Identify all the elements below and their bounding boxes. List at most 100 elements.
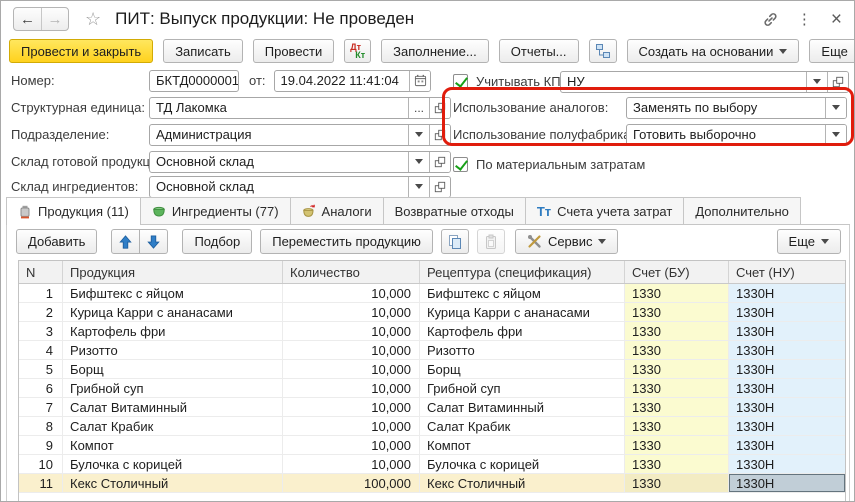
table-cell[interactable]: 1330Н — [729, 341, 845, 359]
table-cell[interactable]: 1330Н — [729, 284, 845, 302]
table-cell[interactable]: 1330Н — [729, 379, 845, 397]
table-cell[interactable]: 1330Н — [729, 398, 845, 416]
analogs-usage-field[interactable]: Заменять по выбору — [626, 97, 847, 119]
table-cell[interactable]: Салат Витаминный — [420, 398, 625, 416]
structural-unit-field[interactable]: ТД Лакомка ... — [149, 97, 451, 119]
table-cell[interactable]: 1330 — [625, 322, 729, 340]
table-cell[interactable]: 1 — [19, 284, 63, 302]
table-row[interactable]: 10Булочка с корицей10,000Булочка с кориц… — [19, 455, 845, 474]
post-and-close-button[interactable]: Провести и закрыть — [9, 39, 153, 63]
open-icon[interactable] — [429, 177, 450, 197]
column-header-account-bu[interactable]: Счет (БУ) — [625, 261, 729, 283]
tab-additional[interactable]: Дополнительно — [684, 197, 801, 224]
material-costs-checkbox[interactable] — [453, 157, 468, 172]
table-cell[interactable]: 10,000 — [283, 436, 420, 454]
table-cell[interactable]: 10,000 — [283, 360, 420, 378]
open-icon[interactable] — [827, 72, 848, 92]
tab-products[interactable]: Продукция (11) — [6, 197, 141, 225]
reports-button[interactable]: Отчеты... — [499, 39, 579, 63]
table-cell[interactable]: 10,000 — [283, 417, 420, 435]
save-button[interactable]: Записать — [163, 39, 243, 63]
table-cell[interactable]: Картофель фри — [63, 322, 283, 340]
table-cell[interactable]: Салат Крабик — [63, 417, 283, 435]
table-cell[interactable]: 10,000 — [283, 284, 420, 302]
table-cell[interactable]: Ризотто — [420, 341, 625, 359]
table-cell[interactable]: 1330 — [625, 398, 729, 416]
table-cell[interactable]: 3 — [19, 322, 63, 340]
move-products-button[interactable]: Переместить продукцию — [260, 229, 433, 254]
ellipsis-button[interactable]: ... — [408, 98, 429, 118]
table-cell[interactable]: 1330 — [625, 284, 729, 302]
open-icon[interactable] — [429, 152, 450, 172]
table-row[interactable]: 5Борщ10,000Борщ13301330Н — [19, 360, 845, 379]
table-cell[interactable]: Компот — [420, 436, 625, 454]
table-cell[interactable]: 1330Н — [729, 417, 845, 435]
table-row[interactable]: 11Кекс Столичный100,000Кекс Столичный133… — [19, 474, 845, 493]
table-cell[interactable]: 11 — [19, 474, 63, 492]
table-cell[interactable]: Борщ — [420, 360, 625, 378]
table-cell[interactable]: 1330 — [625, 436, 729, 454]
table-cell[interactable]: 1330 — [625, 474, 729, 492]
table-cell[interactable]: 10,000 — [283, 303, 420, 321]
table-cell[interactable]: Ризотто — [63, 341, 283, 359]
column-header-n[interactable]: N — [19, 261, 63, 283]
table-cell[interactable]: 2 — [19, 303, 63, 321]
add-row-button[interactable]: Добавить — [16, 229, 97, 254]
semifinished-usage-field[interactable]: Готовить выборочно — [626, 124, 847, 146]
table-cell[interactable]: 5 — [19, 360, 63, 378]
table-cell[interactable]: 1330Н — [729, 322, 845, 340]
chevron-down-icon[interactable] — [408, 177, 429, 197]
date-field[interactable]: 19.04.2022 11:41:04 — [274, 70, 431, 92]
table-cell[interactable]: Салат Крабик — [420, 417, 625, 435]
table-cell[interactable]: 10,000 — [283, 379, 420, 397]
table-cell[interactable]: 1330 — [625, 360, 729, 378]
open-icon[interactable] — [429, 125, 450, 145]
forward-button[interactable]: → — [41, 8, 68, 30]
table-cell[interactable]: 1330Н — [729, 360, 845, 378]
column-header-product[interactable]: Продукция — [63, 261, 283, 283]
table-row[interactable]: 9Компот10,000Компот13301330Н — [19, 436, 845, 455]
column-header-account-nu[interactable]: Счет (НУ) — [729, 261, 845, 283]
copy-button[interactable] — [441, 229, 469, 254]
table-cell[interactable]: 1330Н — [729, 474, 845, 492]
structure-button[interactable] — [589, 39, 617, 63]
table-cell[interactable]: Курица Карри с ананасами — [420, 303, 625, 321]
table-cell[interactable]: 1330 — [625, 455, 729, 473]
table-cell[interactable]: Картофель фри — [420, 322, 625, 340]
table-cell[interactable]: 100,000 — [283, 474, 420, 492]
dtkt-button[interactable]: Дт Кт — [344, 39, 371, 63]
kpn-checkbox[interactable] — [453, 74, 468, 89]
post-button[interactable]: Провести — [253, 39, 335, 63]
table-cell[interactable]: 1330 — [625, 417, 729, 435]
table-cell[interactable]: Бифштекс с яйцом — [420, 284, 625, 302]
table-cell[interactable]: Бифштекс с яйцом — [63, 284, 283, 302]
table-cell[interactable]: 9 — [19, 436, 63, 454]
column-header-recipe[interactable]: Рецептура (спецификация) — [420, 261, 625, 283]
chevron-down-icon[interactable] — [825, 125, 846, 145]
table-row[interactable]: 8Салат Крабик10,000Салат Крабик13301330Н — [19, 417, 845, 436]
column-header-quantity[interactable]: Количество — [283, 261, 420, 283]
favorite-star-icon[interactable]: ☆ — [85, 10, 101, 28]
menu-kebab-icon[interactable]: ⋮ — [797, 10, 813, 28]
table-cell[interactable]: Борщ — [63, 360, 283, 378]
chevron-down-icon[interactable] — [408, 125, 429, 145]
calendar-icon[interactable] — [409, 71, 430, 91]
table-cell[interactable]: Грибной суп — [63, 379, 283, 397]
department-field[interactable]: Администрация — [149, 124, 451, 146]
table-cell[interactable]: Салат Витаминный — [63, 398, 283, 416]
table-cell[interactable]: Курица Карри с ананасами — [63, 303, 283, 321]
paste-button[interactable] — [477, 229, 505, 254]
create-based-on-button[interactable]: Создать на основании — [627, 39, 800, 63]
table-more-button[interactable]: Еще — [777, 229, 841, 254]
move-down-button[interactable] — [140, 229, 168, 254]
open-icon[interactable] — [429, 98, 450, 118]
service-button[interactable]: Сервис — [515, 229, 619, 254]
table-cell[interactable]: 10,000 — [283, 322, 420, 340]
table-cell[interactable]: 1330 — [625, 303, 729, 321]
chevron-down-icon[interactable] — [825, 98, 846, 118]
table-cell[interactable]: 10 — [19, 455, 63, 473]
kpn-field[interactable]: НУ — [560, 71, 849, 93]
table-cell[interactable]: Грибной суп — [420, 379, 625, 397]
warehouse-fg-field[interactable]: Основной склад — [149, 151, 451, 173]
table-row[interactable]: 4Ризотто10,000Ризотто13301330Н — [19, 341, 845, 360]
